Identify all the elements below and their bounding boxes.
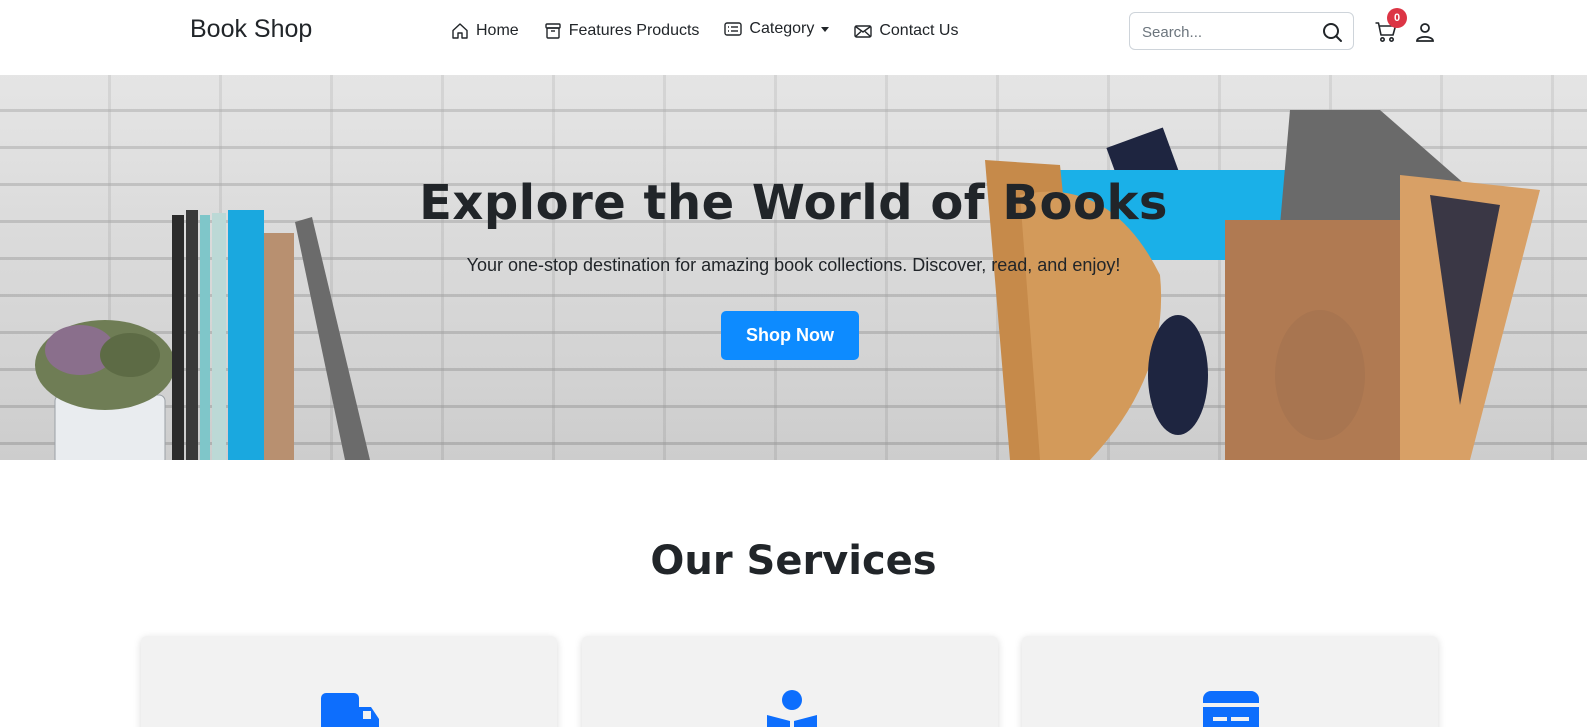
search-icon[interactable] bbox=[1321, 21, 1343, 43]
chevron-down-icon bbox=[821, 27, 830, 32]
envelope-icon bbox=[853, 21, 873, 41]
service-card-delivery bbox=[141, 636, 557, 727]
hero-title: Explore the World of Books bbox=[419, 175, 1168, 231]
service-card-reading bbox=[582, 636, 998, 727]
newspaper-icon bbox=[1203, 689, 1263, 727]
search-input[interactable] bbox=[1142, 21, 1312, 43]
package-icon bbox=[543, 21, 563, 41]
user-icon[interactable] bbox=[1414, 21, 1436, 43]
service-card-news bbox=[1022, 636, 1438, 727]
services-title: Our Services bbox=[650, 538, 937, 584]
nav-home-label: Home bbox=[476, 22, 519, 39]
hero-subtitle: Your one-stop destination for amazing bo… bbox=[466, 255, 1121, 275]
nav-features-products[interactable]: Features Products bbox=[543, 21, 700, 41]
navbar: Book Shop Home Features Products Categor… bbox=[0, 0, 1587, 75]
nav-links: Home Features Products Category Contact … bbox=[450, 18, 982, 44]
nav-home[interactable]: Home bbox=[450, 21, 519, 41]
nav-features-label: Features Products bbox=[568, 22, 700, 39]
card-list-icon bbox=[723, 19, 743, 39]
book-reader-icon bbox=[762, 689, 822, 727]
nav-contact-label: Contact Us bbox=[879, 22, 959, 39]
shop-now-button[interactable]: Shop Now bbox=[721, 311, 859, 360]
brand-logo[interactable]: Book Shop bbox=[190, 15, 312, 44]
truck-icon bbox=[319, 689, 379, 727]
house-icon bbox=[450, 21, 470, 41]
nav-contact-us[interactable]: Contact Us bbox=[853, 21, 958, 41]
search-box bbox=[1129, 12, 1354, 50]
nav-category-dropdown[interactable]: Category bbox=[723, 19, 830, 39]
hero-banner: Explore the World of Books Your one-stop… bbox=[0, 75, 1587, 460]
cart-count-badge: 0 bbox=[1387, 8, 1407, 28]
nav-category-label: Category bbox=[749, 20, 815, 37]
